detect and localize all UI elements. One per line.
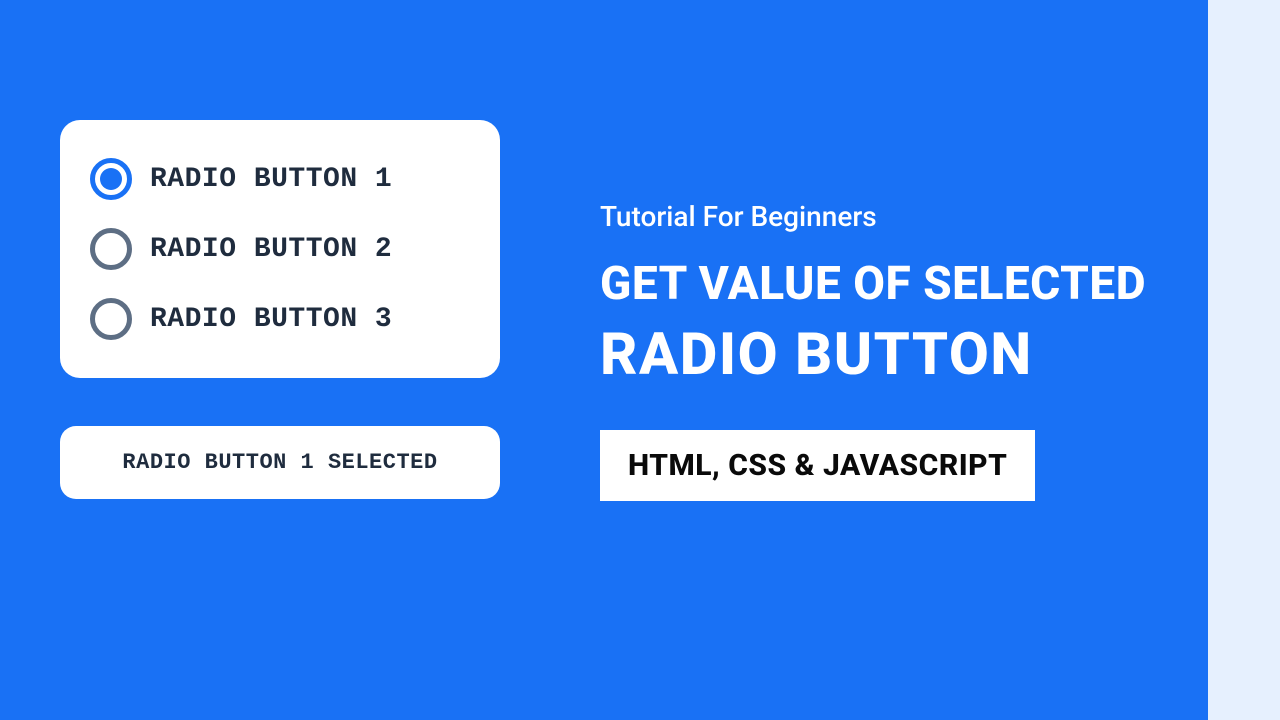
radio-icon [90,228,132,270]
radio-option-label: RADIO BUTTON 2 [150,234,392,265]
radio-option-3[interactable]: RADIO BUTTON 3 [90,298,470,340]
hero-heading-line1: GET VALUE OF SELECTED [600,257,1220,312]
demo-panel: RADIO BUTTON 1 RADIO BUTTON 2 RADIO BUTT… [60,120,500,499]
radio-option-2[interactable]: RADIO BUTTON 2 [90,228,470,270]
radio-dot-icon [100,168,122,190]
hero-heading-line2: RADIO BUTTON [600,318,1220,393]
tech-badge: HTML, CSS & JAVASCRIPT [600,430,1035,501]
status-card: RADIO BUTTON 1 SELECTED [60,426,500,499]
radio-option-label: RADIO BUTTON 3 [150,304,392,335]
radio-icon [90,158,132,200]
radio-group-card: RADIO BUTTON 1 RADIO BUTTON 2 RADIO BUTT… [60,120,500,378]
radio-option-label: RADIO BUTTON 1 [150,164,392,195]
hero-panel: Tutorial For Beginners GET VALUE OF SELE… [600,200,1220,501]
hero-subtitle: Tutorial For Beginners [600,200,1220,233]
radio-icon [90,298,132,340]
radio-option-1[interactable]: RADIO BUTTON 1 [90,158,470,200]
status-text: RADIO BUTTON 1 SELECTED [90,450,470,475]
tech-badge-text: HTML, CSS & JAVASCRIPT [628,448,1007,483]
